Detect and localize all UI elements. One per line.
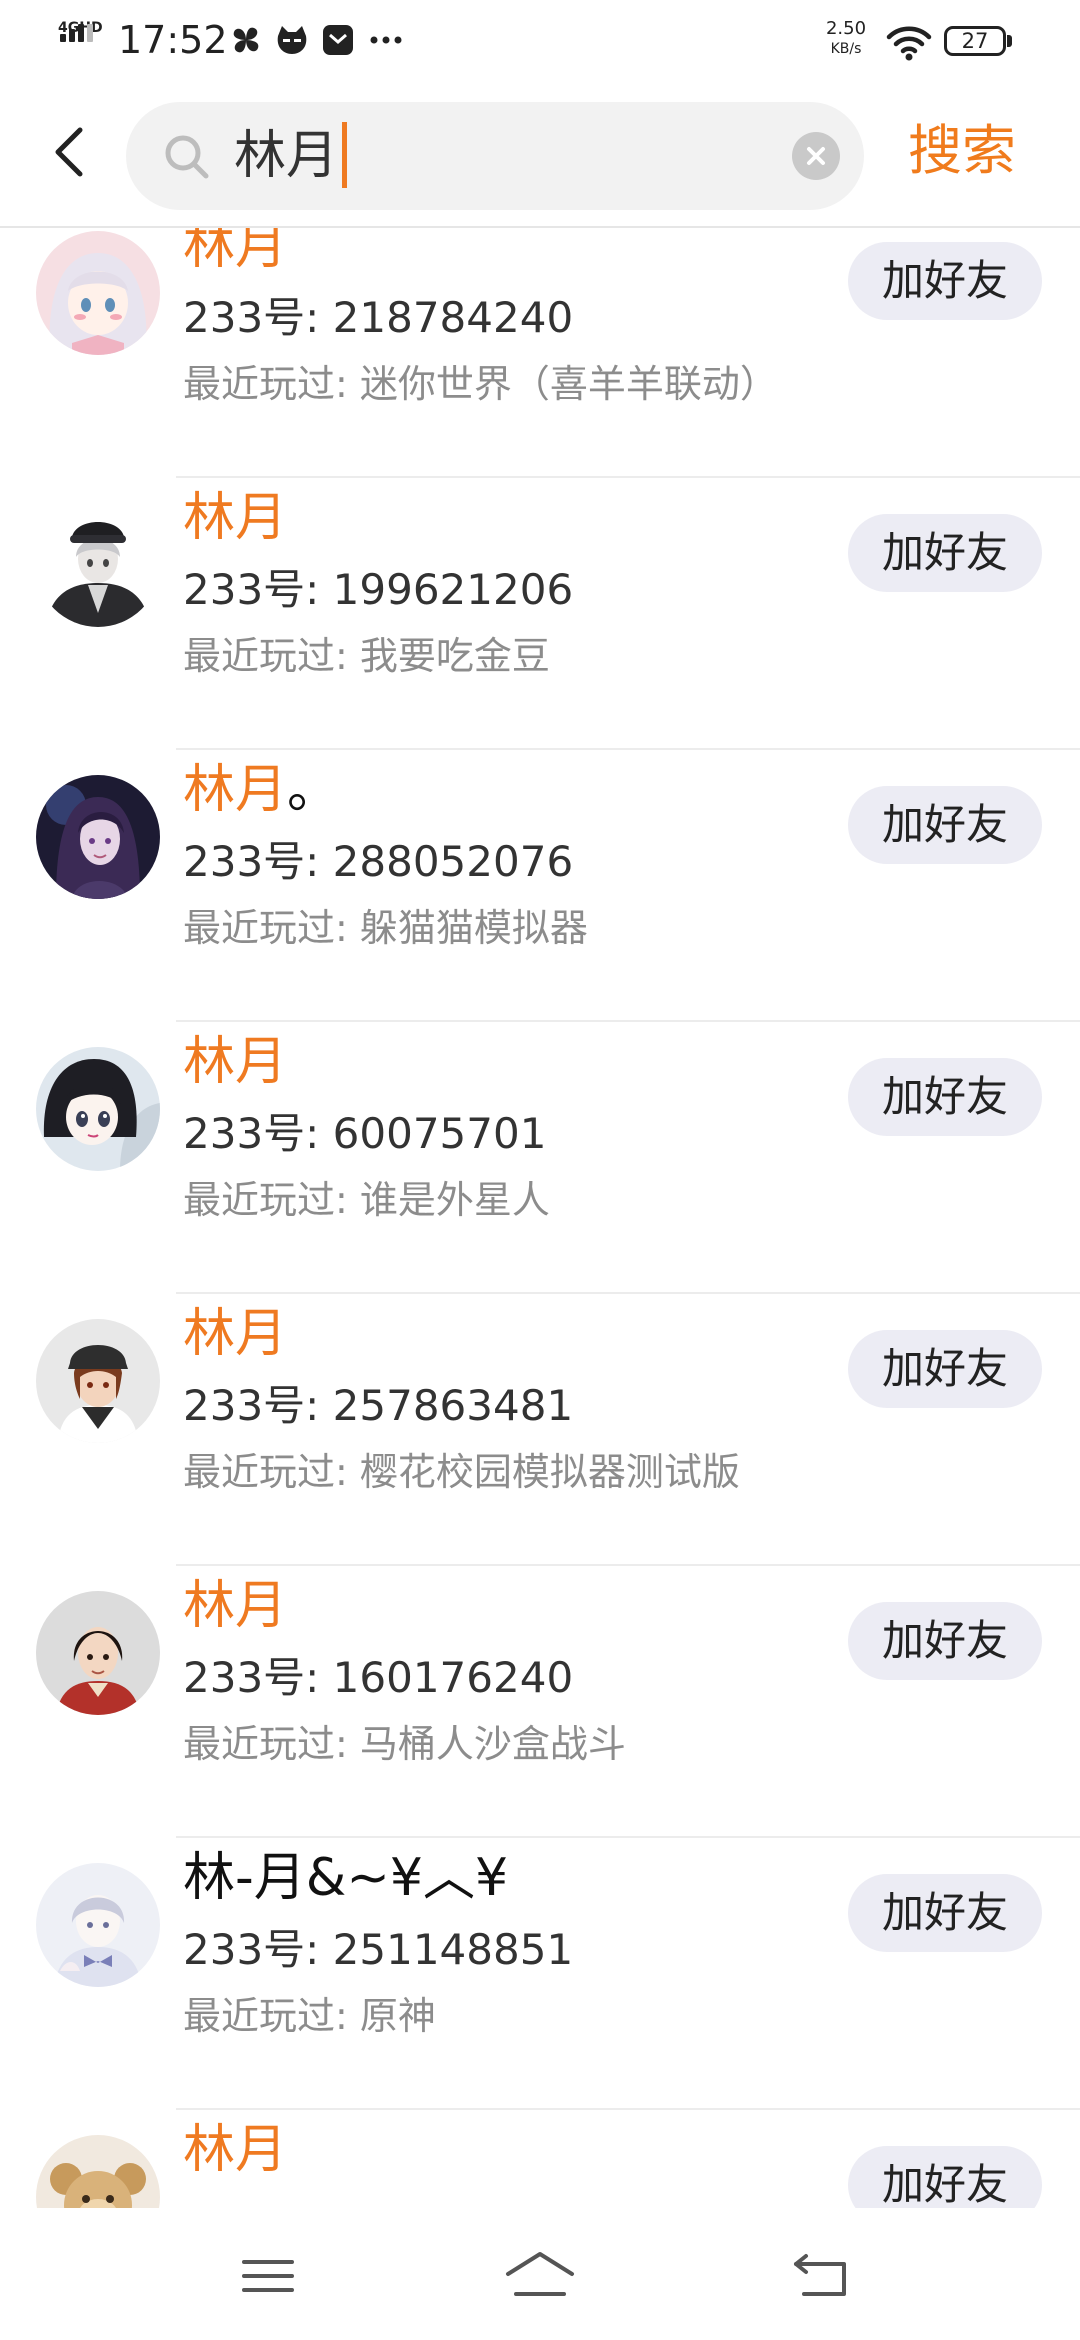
avatar[interactable] [36,231,160,355]
avatar-image [36,775,160,899]
name-highlight: 林月 [183,1576,288,1636]
recently-played: 最近玩过: 我要吃金豆 [183,634,550,678]
speed-unit: KB/s [830,41,862,57]
avatar-image [36,1591,160,1715]
avatar[interactable] [36,2135,160,2208]
add-friend-button[interactable]: 加好友 [848,1330,1042,1408]
player-name: 林月 [183,1300,287,1368]
wifi-icon [886,26,932,61]
add-friend-button[interactable]: 加好友 [848,786,1042,864]
clear-icon [807,147,825,165]
add-friend-button[interactable]: 加好友 [848,1058,1042,1136]
player-id: 233号: 160176240 [183,1653,574,1702]
add-friend-button[interactable]: 加好友 [848,1602,1042,1680]
recently-played: 最近玩过: 樱花校园模拟器测试版 [183,1450,740,1494]
list-item[interactable]: 林月 233号: 60075701 最近玩过: 谁是外星人 加好友 [0,1022,1080,1294]
text-caret [342,122,348,188]
system-navigation-bar [0,2208,1080,2340]
menu-icon[interactable] [230,2248,310,2304]
recently-played: 最近玩过: 躲猫猫模拟器 [183,906,588,950]
status-bar: 4GHD 17:52 2.50 [0,0,1080,86]
list-item[interactable]: 林月 233号: 199621206 最近玩过: 我要吃金豆 加好友 [0,478,1080,750]
player-name: 林月。 [183,756,339,824]
search-header: 林月 搜索 [0,86,1080,228]
recently-played: 最近玩过: 迷你世界（喜羊羊联动） [183,362,778,406]
avatar-image [36,1047,160,1171]
back-arrow-icon[interactable] [782,2248,862,2304]
search-query-text[interactable]: 林月 [234,122,348,190]
player-id: 233号: 218784240 [183,293,574,342]
list-item[interactable]: 林-月&~¥︿¥ 233号: 251148851 最近玩过: 原神 加好友 [0,1838,1080,2110]
player-name: 林月 [183,2116,287,2184]
search-input[interactable]: 林月 [126,102,864,210]
player-name: 林月 [183,1028,287,1096]
name-highlight: 林月 [183,2120,288,2180]
more-dots-icon [370,36,402,44]
player-name: 林-月&~¥︿¥ [183,1844,508,1912]
search-query-value: 林月 [234,126,339,186]
name-highlight: 林月 [183,488,288,548]
avatar-image [36,2135,160,2208]
add-friend-button[interactable]: 加好友 [848,242,1042,320]
player-id: 233号: 257863481 [183,1381,574,1430]
player-id: 233号: 251148851 [183,1925,574,1974]
name-rest: 。 [287,760,340,820]
player-name: 林月 [183,484,287,552]
signal-indicator: 4GHD [58,20,108,62]
avatar[interactable] [36,1863,160,1987]
network-speed: 2.50 KB/s [818,20,874,58]
search-result-list[interactable]: 林月 233号: 218784240 最近玩过: 迷你世界（喜羊羊联动） 加好友… [0,228,1080,2208]
list-item[interactable]: 林月 233号: 257863481 最近玩过: 樱花校园模拟器测试版 加好友 [0,1294,1080,1566]
list-item[interactable]: 林月。 233号: 288052076 最近玩过: 躲猫猫模拟器 加好友 [0,750,1080,1022]
avatar[interactable] [36,775,160,899]
add-friend-button[interactable]: 加好友 [848,1874,1042,1952]
chevron-left-icon[interactable] [40,120,100,184]
add-friend-button[interactable]: 加好友 [848,514,1042,592]
avatar[interactable] [36,1591,160,1715]
recently-played: 最近玩过: 原神 [183,1994,436,2038]
player-id: 233号: 288052076 [183,837,574,886]
avatar-image [36,1319,160,1443]
status-time: 17:52 [118,18,228,62]
avatar[interactable] [36,1319,160,1443]
name-highlight: 林月 [183,1304,288,1364]
envelope-icon [323,25,353,55]
clear-button[interactable] [792,132,840,180]
name-highlight: 林月 [183,1032,288,1092]
player-id: 233号: 199621206 [183,565,574,614]
recently-played: 最近玩过: 马桶人沙盒战斗 [183,1722,626,1766]
avatar-image [36,1863,160,1987]
speed-value: 2.50 [825,18,867,39]
name-rest: 林-月&~¥︿¥ [183,1848,509,1908]
player-name: 林月 [183,228,287,280]
list-item[interactable]: 林月 加好友 [0,2110,1080,2208]
player-name: 林月 [183,1572,287,1640]
search-icon [165,135,209,179]
player-id: 233号: 60075701 [183,1109,547,1158]
home-icon[interactable] [500,2248,580,2304]
pinwheel-icon [233,27,259,53]
list-item[interactable]: 林月 233号: 218784240 最近玩过: 迷你世界（喜羊羊联动） 加好友 [0,228,1080,478]
add-friend-button[interactable]: 加好友 [848,2146,1042,2208]
name-highlight: 林月 [183,228,288,276]
battery-indicator: 27 [944,26,1014,58]
avatar[interactable] [36,1047,160,1171]
search-button[interactable]: 搜索 [908,116,1016,186]
list-item[interactable]: 林月 233号: 160176240 最近玩过: 马桶人沙盒战斗 加好友 [0,1566,1080,1838]
avatar[interactable] [36,503,160,627]
battery-level: 27 [961,29,989,53]
avatar-image [36,503,160,627]
avatar-image [36,231,160,355]
recently-played: 最近玩过: 谁是外星人 [183,1178,550,1222]
name-highlight: 林月 [183,760,288,820]
cat-face-icon [277,26,307,54]
